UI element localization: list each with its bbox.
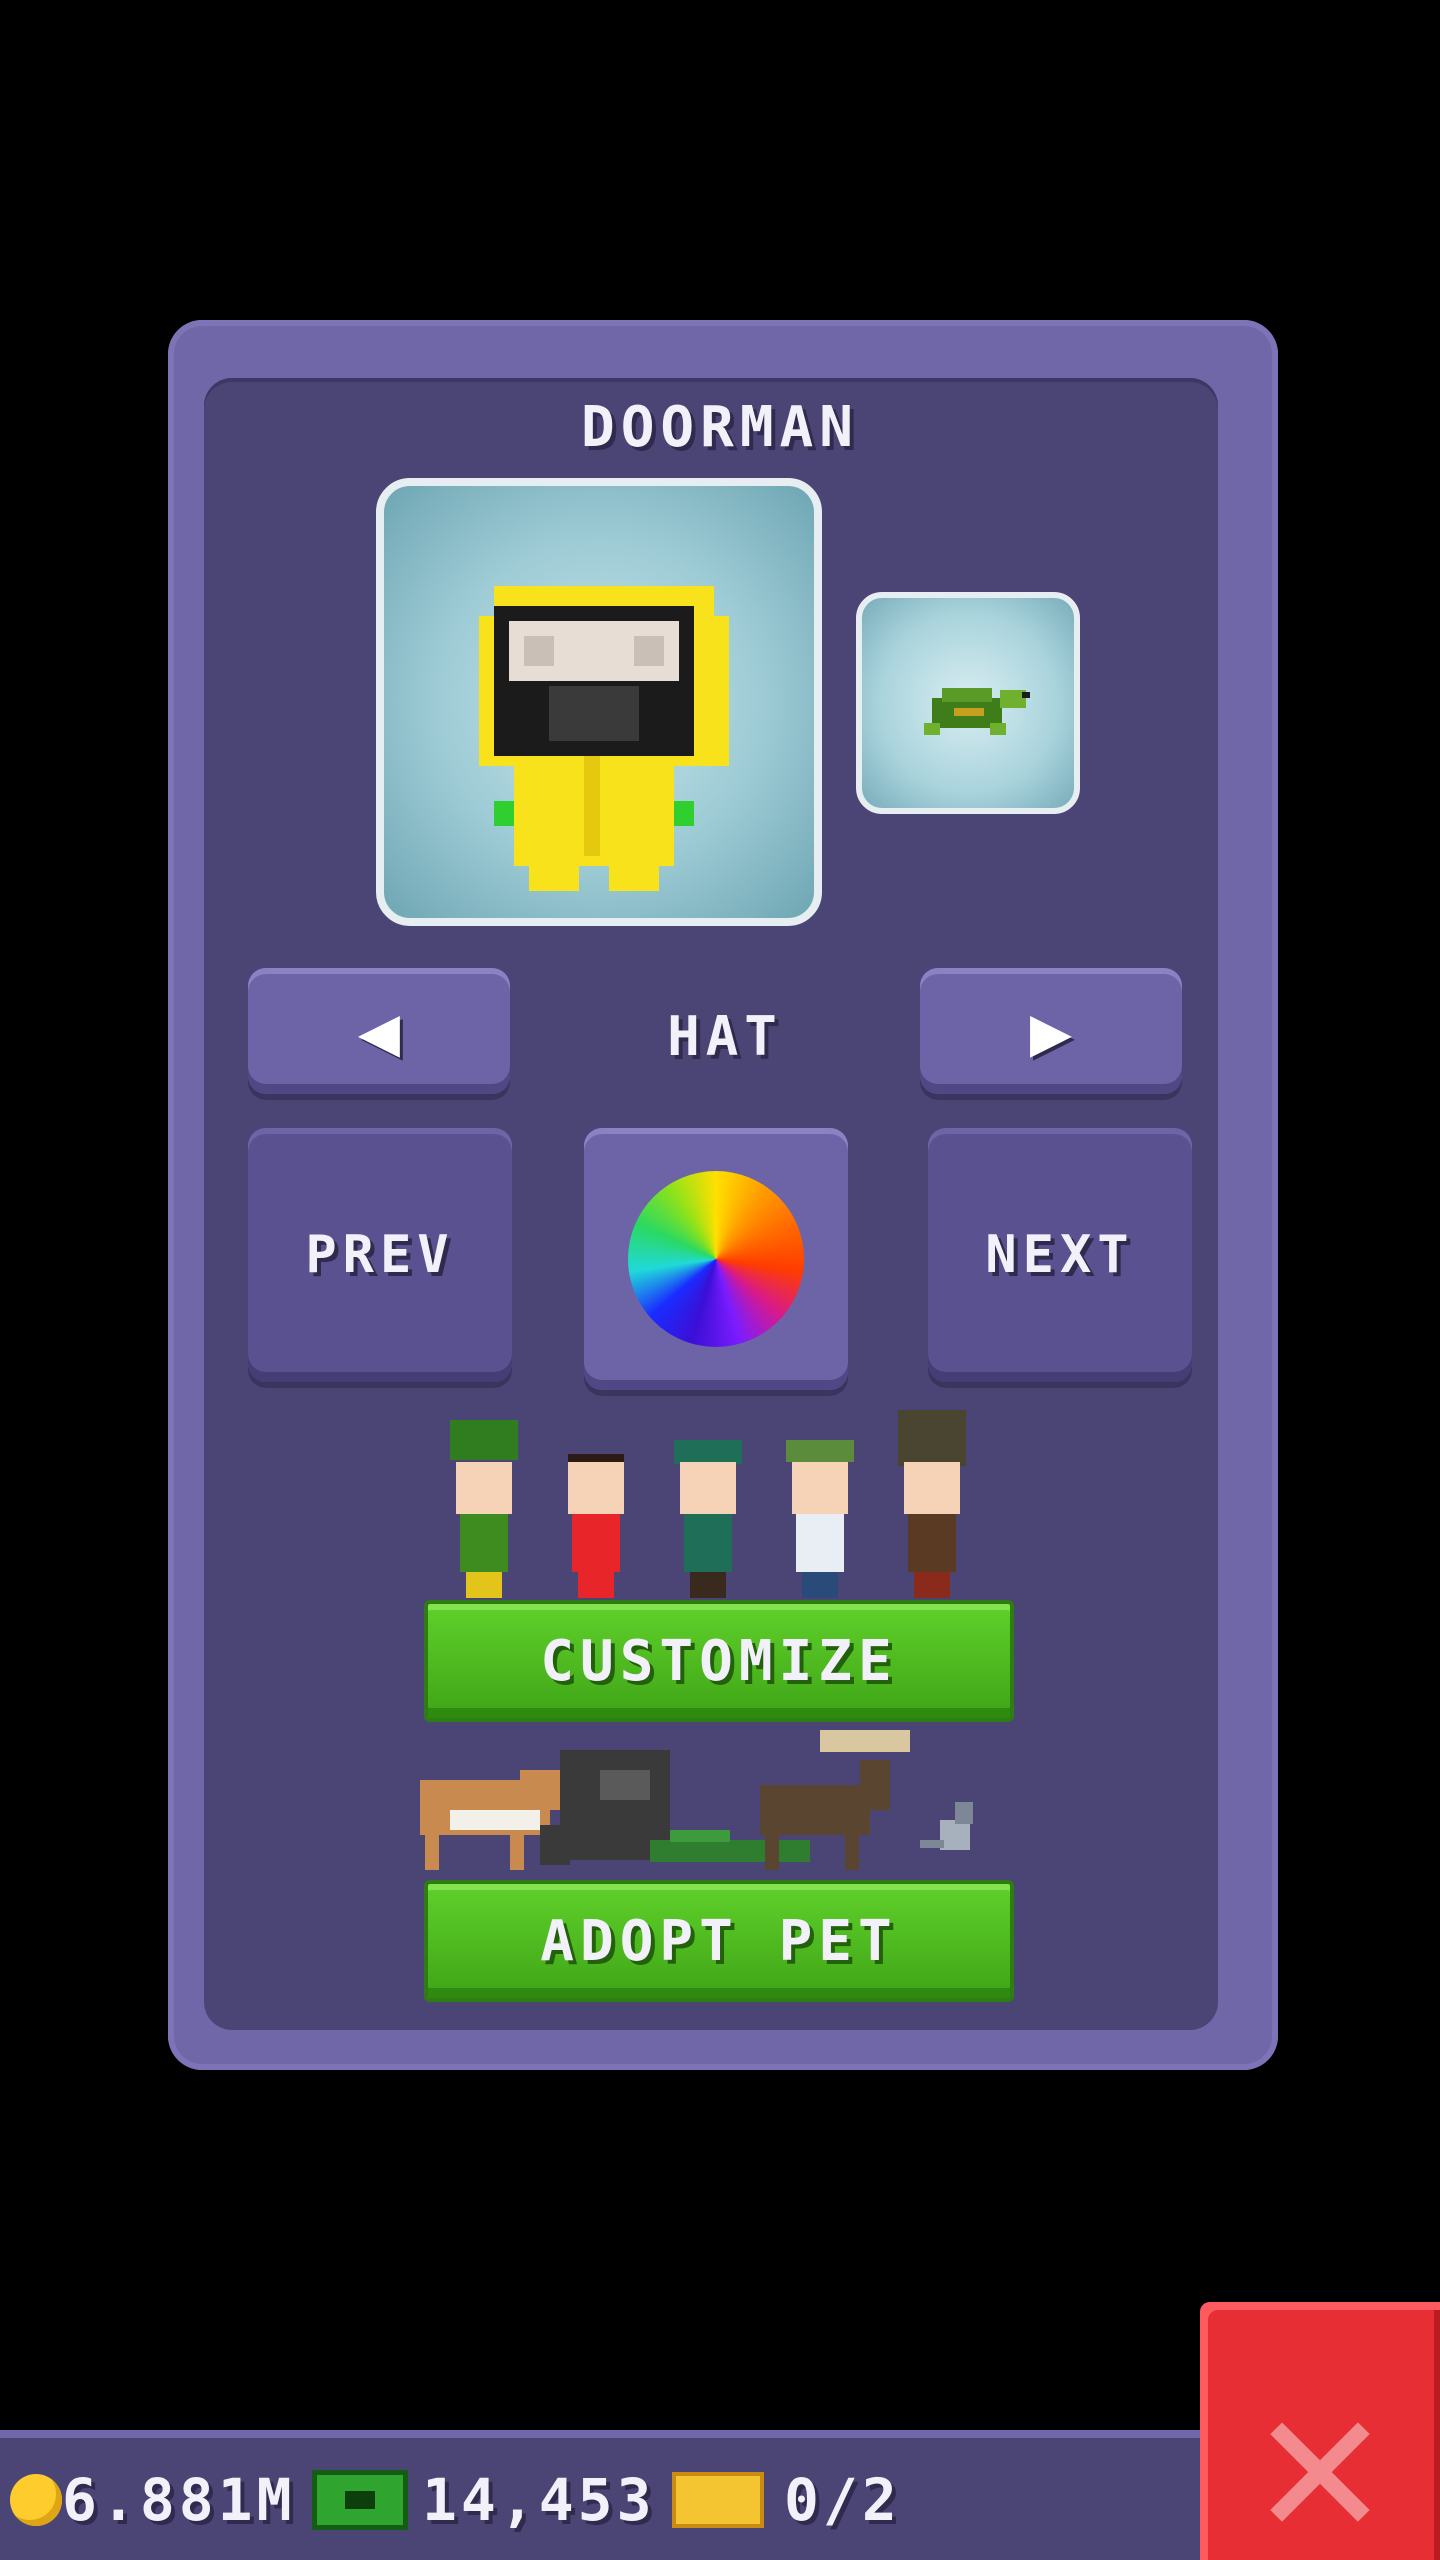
color-wheel-icon <box>628 1171 804 1347</box>
status-bar: 6.881M 14,453 0/2 <box>0 2430 1200 2560</box>
tickets-counter: 0/2 <box>672 2466 901 2534</box>
turtle-icon <box>924 688 1030 735</box>
customize-button[interactable]: CUSTOMIZE <box>424 1600 1014 1722</box>
bux-value: 14,453 <box>422 2466 656 2534</box>
character-preview <box>552 1420 640 1600</box>
prev-item-button[interactable]: PREV <box>248 1128 512 1382</box>
next-category-button[interactable]: ▶ <box>920 968 1182 1094</box>
character-preview <box>888 1410 976 1600</box>
pet-portrait[interactable] <box>856 592 1080 814</box>
next-item-label: NEXT <box>985 1225 1135 1285</box>
adopt-pet-label: ADOPT PET <box>540 1908 898 1974</box>
screen: DOORMAN ◀ HAT ▶ PREV NEXT CUSTOMIZE ADOP… <box>0 0 1440 2560</box>
tickets-value: 0/2 <box>784 2466 901 2534</box>
prev-item-label: PREV <box>305 1225 455 1285</box>
adopt-pet-button[interactable]: ADOPT PET <box>424 1880 1014 2002</box>
arrow-right-icon: ▶ <box>1029 990 1073 1072</box>
character-preview-row <box>440 1410 1000 1600</box>
coins-value: 6.881M <box>62 2466 296 2534</box>
character-title: DOORMAN <box>580 395 859 460</box>
pet-preview-row <box>400 1730 1000 1880</box>
character-preview <box>440 1420 528 1600</box>
close-button[interactable]: ✕ <box>1200 2302 1440 2560</box>
character-sprite <box>479 586 729 891</box>
character-preview <box>664 1420 752 1600</box>
close-icon: ✕ <box>1248 2377 1392 2560</box>
coin-icon <box>10 2474 62 2526</box>
next-item-button[interactable]: NEXT <box>928 1128 1192 1382</box>
character-portrait <box>376 478 822 926</box>
cash-icon <box>312 2470 408 2530</box>
customize-label: CUSTOMIZE <box>540 1628 898 1694</box>
previous-category-button[interactable]: ◀ <box>248 968 510 1094</box>
coins-counter: 6.881M <box>10 2466 296 2534</box>
category-label: HAT <box>667 1005 783 1068</box>
pets-illustration <box>420 1730 973 1870</box>
arrow-left-icon: ◀ <box>357 990 401 1072</box>
character-preview <box>776 1420 864 1600</box>
bux-counter: 14,453 <box>312 2466 656 2534</box>
ticket-icon <box>672 2472 764 2528</box>
color-picker-button[interactable] <box>584 1128 848 1390</box>
